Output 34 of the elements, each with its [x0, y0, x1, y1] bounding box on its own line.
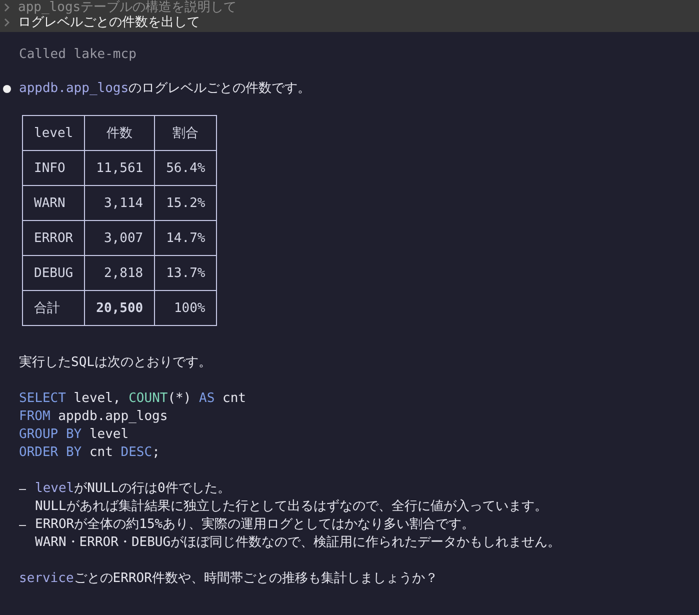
sql-code-line: SELECT level, COUNT(*) AS cnt	[19, 390, 248, 408]
sql-intro-text: 実行したSQLは次のとおりです。	[19, 354, 212, 372]
closing-question: serviceごとのERROR件数や、時間帯ごとの推移も集計しましょうか？	[19, 570, 439, 588]
list-dash-icon	[19, 489, 26, 490]
prompt-history-item[interactable]: ログレベルごとの件数を出して	[0, 15, 699, 30]
column-header: level	[22, 116, 85, 150]
column-header: 割合	[154, 116, 217, 150]
total-cell: 20,500	[84, 290, 155, 326]
note-text: ERRORが全体の約15%あり、実際の運用ログとしてはかなり多い割合です。	[35, 516, 476, 534]
table-cell: WARN	[22, 186, 85, 220]
table-cell: 13.7%	[154, 256, 217, 290]
note-text: levelがNULLの行は0件でした。	[35, 480, 232, 498]
table-cell: 11,561	[84, 150, 155, 186]
table-cell: INFO	[22, 150, 85, 186]
sql-code-line: ORDER BY cnt DESC;	[19, 444, 161, 462]
answer-text: appdb.app_logsのログレベルごとの件数です。	[19, 80, 311, 98]
sql-code-line: FROM appdb.app_logs	[19, 408, 169, 426]
total-cell: 合計	[22, 290, 85, 326]
column-header: 件数	[84, 116, 155, 150]
table-cell: 14.7%	[154, 220, 217, 256]
note-text: NULLがあれば集計結果に独立した行として出るはずなので、全行に値が入っています。	[35, 498, 548, 516]
bullet-icon	[3, 85, 11, 93]
list-dash-icon	[19, 525, 26, 526]
tool-call-label: Called lake-mcp	[19, 46, 138, 64]
table-cell: ERROR	[22, 220, 85, 256]
table-cell: 56.4%	[154, 150, 217, 186]
sql-code-line: GROUP BY level	[19, 426, 130, 444]
note-text: WARN・ERROR・DEBUGがほぼ同じ件数なので、検証用に作られたデータかもしれません。	[35, 534, 561, 552]
total-cell: 100%	[154, 290, 217, 326]
table-cell: DEBUG	[22, 256, 85, 290]
table-cell: 15.2%	[154, 186, 217, 220]
table-cell: 2,818	[84, 256, 155, 290]
table-cell: 3,007	[84, 220, 155, 256]
table-cell: 3,114	[84, 186, 155, 220]
